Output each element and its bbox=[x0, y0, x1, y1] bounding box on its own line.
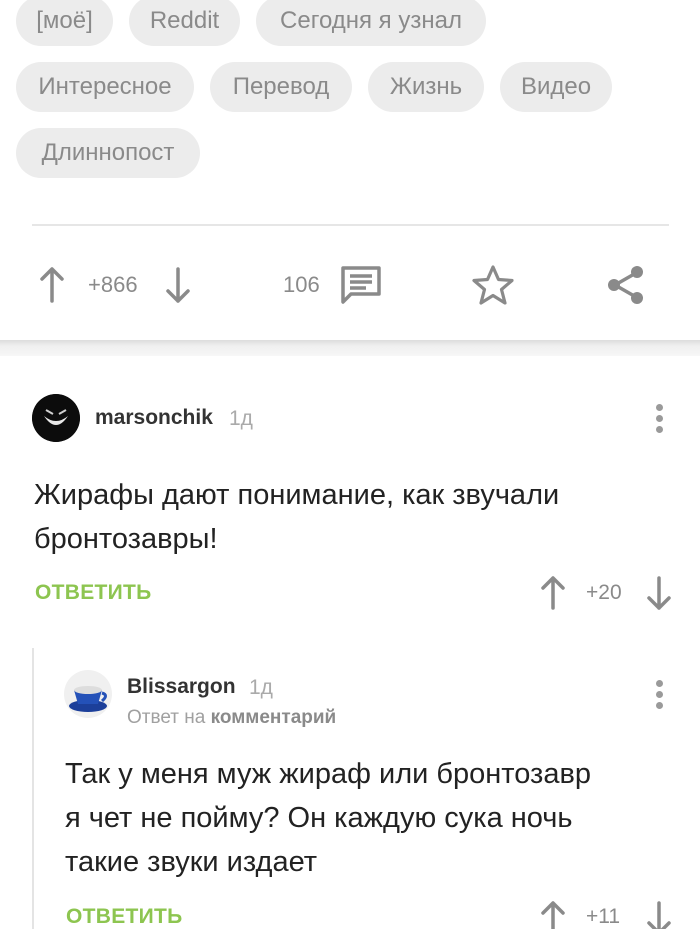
comment-time: 1д bbox=[249, 676, 273, 699]
comment-time: 1д bbox=[229, 407, 253, 430]
more-options-icon[interactable] bbox=[654, 404, 664, 436]
avatar-image bbox=[32, 394, 80, 442]
comment-upvote-button[interactable] bbox=[538, 900, 568, 929]
comment-upvote-button[interactable] bbox=[538, 575, 568, 611]
comment-downvote-button[interactable] bbox=[644, 575, 674, 611]
share-icon bbox=[608, 266, 643, 304]
comment-text: Так у меня муж жираф или бронтозавр я че… bbox=[65, 758, 591, 878]
comment: marsonchik 1д Жирафы дают понимание, как… bbox=[0, 356, 700, 646]
post-rating: +866 bbox=[88, 272, 138, 297]
avatar[interactable] bbox=[32, 394, 80, 442]
comments-count: 106 bbox=[283, 272, 320, 297]
comment-reply: Blissargon 1д Ответ на комментарий Так у… bbox=[0, 648, 700, 929]
tag[interactable]: [моё] bbox=[16, 0, 113, 46]
tag[interactable]: Жизнь bbox=[368, 62, 484, 112]
reply-button[interactable]: ОТВЕТИТЬ bbox=[66, 905, 183, 929]
reply-to-link[interactable]: Ответ на комментарий bbox=[127, 707, 336, 729]
tag[interactable]: Интересное bbox=[16, 62, 194, 112]
more-options-icon[interactable] bbox=[654, 680, 664, 712]
save-button[interactable] bbox=[470, 264, 516, 306]
avatar-image bbox=[64, 670, 112, 718]
reply-button[interactable]: ОТВЕТИТЬ bbox=[35, 581, 152, 605]
arrow-up-icon bbox=[541, 901, 565, 929]
tag[interactable]: Сегодня я узнал bbox=[256, 0, 486, 46]
arrow-up-icon bbox=[541, 576, 565, 610]
star-icon bbox=[472, 265, 514, 305]
comment-author[interactable]: marsonchik bbox=[95, 406, 213, 430]
avatar[interactable] bbox=[64, 670, 112, 718]
arrow-down-icon bbox=[647, 901, 671, 929]
arrow-up-icon bbox=[40, 267, 64, 303]
arrow-down-icon bbox=[166, 267, 190, 303]
upvote-button[interactable] bbox=[36, 265, 68, 305]
comment-text: Жирафы дают понимание, как звучали бронт… bbox=[34, 479, 560, 555]
tag[interactable]: Reddit bbox=[129, 0, 240, 46]
post-actions-bar: +866 106 bbox=[0, 250, 700, 320]
comment-downvote-button[interactable] bbox=[644, 900, 674, 929]
arrow-down-icon bbox=[647, 576, 671, 610]
comment-icon bbox=[341, 266, 381, 304]
tag[interactable]: Перевод bbox=[210, 62, 352, 112]
downvote-button[interactable] bbox=[162, 265, 194, 305]
share-button[interactable] bbox=[604, 263, 648, 307]
section-separator bbox=[0, 340, 700, 356]
tag[interactable]: Длиннопост bbox=[16, 128, 200, 178]
comment-rating: +11 bbox=[586, 905, 621, 928]
tag[interactable]: Видео bbox=[500, 62, 612, 112]
divider bbox=[32, 224, 669, 226]
comment-rating: +20 bbox=[586, 581, 622, 604]
comment-author[interactable]: Blissargon bbox=[127, 675, 236, 699]
comments-button[interactable] bbox=[338, 264, 384, 306]
